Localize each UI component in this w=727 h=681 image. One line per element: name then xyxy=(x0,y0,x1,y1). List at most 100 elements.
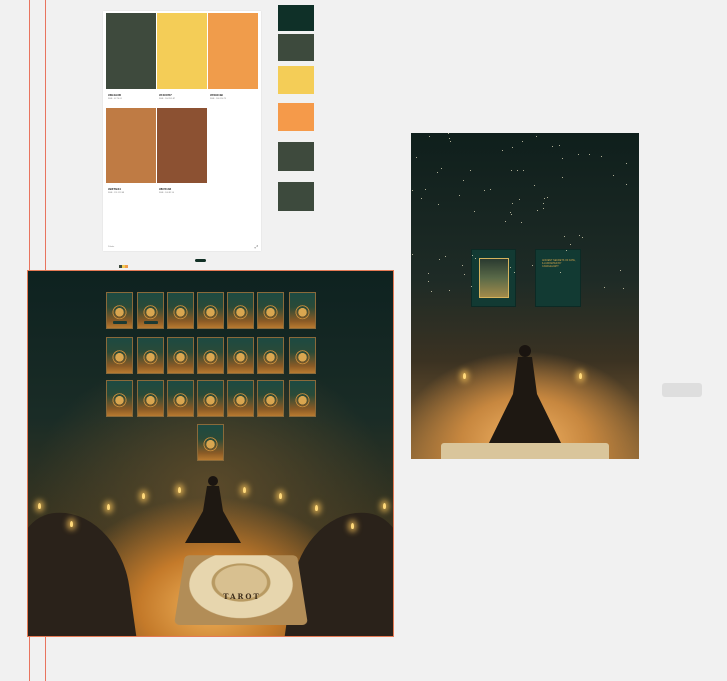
tarot-card[interactable] xyxy=(197,292,224,329)
star xyxy=(620,270,621,271)
expand-icon[interactable]: ⤢ xyxy=(255,244,258,249)
star xyxy=(547,197,548,198)
palette-footer-label: Palette xyxy=(108,246,115,248)
tarot-card[interactable] xyxy=(289,337,316,374)
card-select-button[interactable] xyxy=(144,321,158,324)
star xyxy=(448,133,449,134)
swatch-2-hex: #F4CD57 xyxy=(159,93,172,97)
side-swatch-1[interactable] xyxy=(278,5,314,31)
star xyxy=(416,157,417,158)
side-swatch-6[interactable] xyxy=(278,182,314,211)
star xyxy=(505,221,506,222)
tarot-card[interactable] xyxy=(257,337,284,374)
star xyxy=(425,189,426,190)
star xyxy=(511,214,512,215)
star xyxy=(521,222,522,223)
tarot-grid-frame[interactable]: TAROT xyxy=(27,270,394,637)
tarot-card[interactable] xyxy=(106,337,133,374)
star xyxy=(449,138,450,139)
side-swatch-5[interactable] xyxy=(278,142,314,171)
tarot-card[interactable] xyxy=(257,292,284,329)
woman-silhouette xyxy=(185,476,241,543)
candle xyxy=(107,504,110,510)
tarot-card[interactable] xyxy=(167,292,194,329)
star xyxy=(429,136,430,137)
star xyxy=(589,154,590,155)
swatch-4[interactable] xyxy=(106,108,156,183)
side-swatch-4[interactable] xyxy=(278,103,314,131)
star xyxy=(552,146,553,147)
star xyxy=(626,184,627,185)
tarot-card[interactable] xyxy=(257,380,284,417)
candle xyxy=(38,503,41,509)
swatch-3-sub: RGB · 240 156 75 xyxy=(210,98,227,100)
star xyxy=(601,156,602,157)
candle xyxy=(70,521,73,527)
candle xyxy=(351,523,354,529)
swatch-3[interactable] xyxy=(208,13,258,89)
swatch-2[interactable] xyxy=(157,13,207,89)
tarot-card[interactable] xyxy=(106,380,133,417)
tarot-card-art xyxy=(479,258,509,298)
star xyxy=(562,158,563,159)
scene-card-text[interactable]: ANCIENT SECRETS OF FATE, ILLUMINATED BY … xyxy=(535,249,581,307)
star xyxy=(470,170,471,171)
side-swatch-2[interactable] xyxy=(278,34,314,61)
tarot-card[interactable] xyxy=(227,337,254,374)
frame-label-pill[interactable] xyxy=(195,259,206,262)
star xyxy=(582,237,583,238)
candle xyxy=(463,373,466,379)
star xyxy=(472,255,473,256)
star xyxy=(428,281,429,282)
placeholder-pill[interactable] xyxy=(662,383,702,397)
star xyxy=(564,236,565,237)
star xyxy=(514,272,515,273)
tarot-card[interactable] xyxy=(137,380,164,417)
star xyxy=(474,211,475,212)
tarot-card[interactable] xyxy=(137,337,164,374)
swatch-4-sub: RGB · 191 123 68 xyxy=(108,192,125,194)
swatch-1[interactable] xyxy=(106,13,156,89)
star xyxy=(560,272,561,273)
swatch-5[interactable] xyxy=(157,108,207,183)
tarot-card[interactable] xyxy=(227,380,254,417)
star xyxy=(559,145,560,146)
side-swatch-3[interactable] xyxy=(278,66,314,94)
tarot-card[interactable] xyxy=(289,380,316,417)
star xyxy=(566,250,567,251)
star xyxy=(484,190,485,191)
star xyxy=(570,244,571,245)
star xyxy=(523,170,524,171)
tarot-card[interactable] xyxy=(137,292,164,329)
swatch-1-sub: RGB · 62 74 61 xyxy=(108,98,122,100)
star xyxy=(532,265,533,266)
star xyxy=(510,212,511,213)
star xyxy=(626,163,627,164)
star xyxy=(536,136,537,137)
palette-card[interactable]: #3E4A3D RGB · 62 74 61 #F4CD57 RGB · 244… xyxy=(103,11,261,251)
star xyxy=(463,180,464,181)
star xyxy=(445,256,446,257)
tarot-card-selected[interactable] xyxy=(197,424,224,461)
star xyxy=(579,235,580,236)
swatch-1-hex: #3E4A3D xyxy=(108,93,122,97)
tarot-card[interactable] xyxy=(167,337,194,374)
card-select-button[interactable] xyxy=(113,321,127,324)
tarot-card[interactable] xyxy=(197,337,224,374)
tarot-card[interactable] xyxy=(227,292,254,329)
candle xyxy=(243,487,246,493)
swatch-5-hex: #8C5132 xyxy=(159,187,172,191)
star xyxy=(450,141,451,142)
candle xyxy=(279,493,282,499)
tarot-card[interactable] xyxy=(106,292,133,329)
palette-mini-chip[interactable] xyxy=(119,265,128,268)
star xyxy=(449,290,450,291)
tarot-card[interactable] xyxy=(289,292,316,329)
scene-card-image[interactable] xyxy=(471,249,516,307)
star xyxy=(623,288,624,289)
woman-silhouette xyxy=(487,345,563,447)
scene-preview-frame[interactable]: ANCIENT SECRETS OF FATE, ILLUMINATED BY … xyxy=(411,133,639,459)
tarot-card[interactable] xyxy=(197,380,224,417)
tarot-card[interactable] xyxy=(167,380,194,417)
star xyxy=(428,273,429,274)
